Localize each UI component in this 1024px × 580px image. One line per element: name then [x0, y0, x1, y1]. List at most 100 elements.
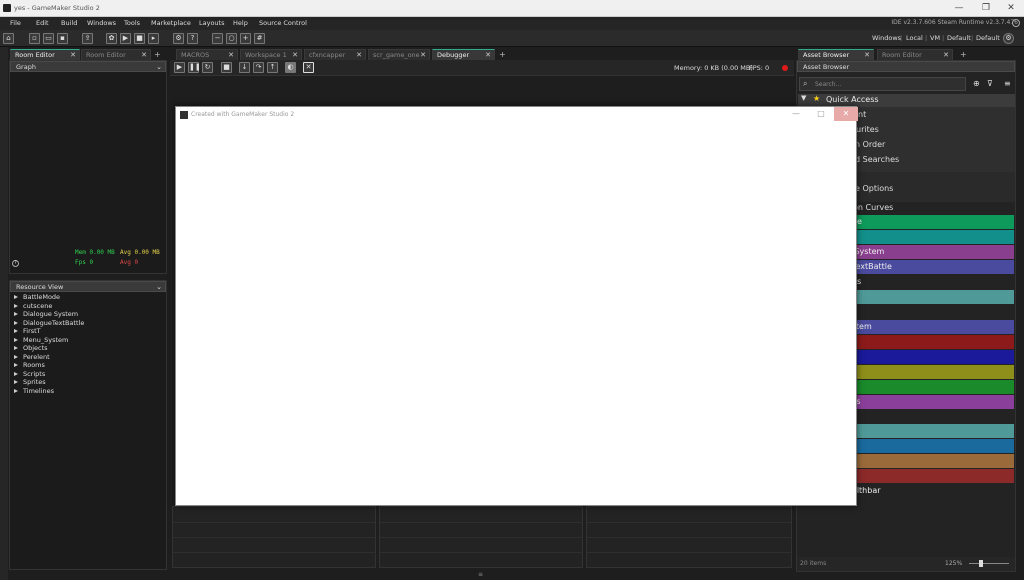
- add-tab-icon[interactable]: +: [960, 50, 967, 59]
- tree-item[interactable]: Perelent: [10, 353, 166, 362]
- asset-group-row[interactable]: [843, 335, 1014, 349]
- close-button[interactable]: ✕: [998, 2, 1024, 14]
- maximize-button[interactable]: ❐: [973, 2, 999, 14]
- debug-restart-icon[interactable]: ↻: [202, 62, 213, 73]
- close-tab-icon[interactable]: ✕: [943, 51, 949, 60]
- asset-group-row[interactable]: [843, 290, 1014, 304]
- asset-group-row[interactable]: eTextBattle: [843, 260, 1014, 274]
- new-project-icon[interactable]: ▫: [29, 33, 40, 44]
- game-maximize-button[interactable]: □: [809, 107, 833, 121]
- help-icon[interactable]: ?: [187, 33, 198, 44]
- tree-item[interactable]: Sprites: [10, 378, 166, 387]
- game-minimize-button[interactable]: —: [784, 107, 808, 121]
- debug-play-icon[interactable]: ▶: [174, 62, 185, 73]
- graph-header[interactable]: Graph ⌄: [10, 61, 166, 72]
- tab-room-editor-2[interactable]: Room Editor ✕: [81, 49, 151, 60]
- tree-item[interactable]: Objects: [10, 344, 166, 353]
- asset-group-row[interactable]: [843, 365, 1014, 379]
- close-tab-icon[interactable]: ✕: [228, 51, 234, 60]
- menu-tools[interactable]: Tools: [124, 19, 140, 27]
- close-tab-icon[interactable]: ✕: [420, 51, 426, 60]
- asset-group-row[interactable]: [843, 439, 1014, 453]
- debug-stop-icon[interactable]: ■: [221, 62, 232, 73]
- debug-pause-icon[interactable]: ❚❚: [188, 62, 201, 73]
- step-into-icon[interactable]: ↓: [239, 62, 250, 73]
- tab-macros[interactable]: MACROS ✕: [176, 49, 238, 60]
- debug-icon[interactable]: ✿: [106, 33, 117, 44]
- menu-icon[interactable]: ≡: [1004, 79, 1011, 88]
- asset-group-row[interactable]: ystem: [843, 320, 1014, 334]
- asset-group-row[interactable]: e System: [843, 245, 1014, 259]
- tab-workspace[interactable]: Workspace 1 ✕: [240, 49, 302, 60]
- menu-build[interactable]: Build: [61, 19, 77, 27]
- zoom-out-icon[interactable]: −: [212, 33, 223, 44]
- save-icon[interactable]: ▪: [57, 33, 68, 44]
- realtime-toggle-icon[interactable]: ◐: [285, 62, 296, 73]
- step-out-icon[interactable]: ↑: [267, 62, 278, 73]
- menu-layouts[interactable]: Layouts: [199, 19, 224, 27]
- asset-group-row[interactable]: [843, 410, 1014, 424]
- tree-item[interactable]: Menu_System: [10, 336, 166, 345]
- run-icon[interactable]: ▶: [120, 33, 131, 44]
- export-icon[interactable]: ⇪: [82, 33, 93, 44]
- tree-item[interactable]: FirstT: [10, 327, 166, 336]
- target-default-device[interactable]: Default: [976, 34, 1000, 42]
- asset-group-row[interactable]: [843, 305, 1014, 319]
- target-windows[interactable]: Windows: [872, 34, 901, 42]
- zoom-slider[interactable]: [969, 563, 1009, 564]
- clean-icon[interactable]: ▸: [148, 33, 159, 44]
- tree-item[interactable]: cutscene: [10, 302, 166, 311]
- search-input[interactable]: ⌕ Search...: [799, 77, 966, 91]
- asset-group-row[interactable]: ealthbar: [843, 484, 1014, 498]
- close-tab-icon[interactable]: ✕: [70, 51, 76, 60]
- menu-marketplace[interactable]: Marketplace: [151, 19, 191, 27]
- menu-file[interactable]: File: [10, 19, 21, 27]
- minimize-button[interactable]: —: [946, 2, 972, 14]
- menu-edit[interactable]: Edit: [36, 19, 49, 27]
- quick-access-item[interactable]: d Searches: [855, 155, 899, 164]
- zoom-slider-handle[interactable]: [979, 560, 983, 567]
- tab-room-editor-right[interactable]: Room Editor ✕: [877, 49, 953, 60]
- close-tab-icon[interactable]: ✕: [292, 51, 298, 60]
- close-tab-icon[interactable]: ✕: [485, 51, 491, 60]
- open-project-icon[interactable]: ▭: [43, 33, 54, 44]
- tab-cfxncapper[interactable]: cfxncapper ✕: [304, 49, 366, 60]
- tree-item[interactable]: Timelines: [10, 387, 166, 396]
- tree-item[interactable]: Scripts: [10, 370, 166, 379]
- quick-access-item[interactable]: urites: [856, 125, 879, 134]
- add-tab-icon[interactable]: +: [499, 50, 506, 59]
- notification-icon[interactable]: [1012, 19, 1020, 27]
- menu-source-control[interactable]: Source Control: [259, 19, 307, 27]
- quick-access-item[interactable]: nt: [858, 110, 866, 119]
- close-tab-icon[interactable]: ✕: [141, 51, 147, 60]
- asset-group-row[interactable]: e: [843, 230, 1014, 244]
- zoom-in-icon[interactable]: +: [240, 33, 251, 44]
- game-window[interactable]: Created with GameMaker Studio 2 — □ ✕: [175, 106, 858, 506]
- quick-access-item[interactable]: n Order: [855, 140, 885, 149]
- target-default-config[interactable]: Default: [947, 34, 971, 42]
- asset-group-row[interactable]: [843, 380, 1014, 394]
- animation-curves-item[interactable]: on Curves: [853, 203, 893, 212]
- add-tab-icon[interactable]: +: [154, 50, 161, 59]
- asset-group-row[interactable]: s: [843, 469, 1014, 483]
- target-vm[interactable]: VM: [930, 34, 940, 42]
- tab-asset-browser[interactable]: Asset Browser ✕: [798, 49, 874, 60]
- menu-help[interactable]: Help: [233, 19, 248, 27]
- target-local[interactable]: Local: [906, 34, 923, 42]
- create-asset-icon[interactable]: ⊕: [973, 79, 980, 88]
- close-debugger-icon[interactable]: ✕: [303, 62, 314, 73]
- target-settings-icon[interactable]: ⚙: [1003, 33, 1014, 44]
- tree-item[interactable]: BattleMode: [10, 293, 166, 302]
- step-over-icon[interactable]: ↷: [253, 62, 264, 73]
- tab-debugger[interactable]: Debugger ✕: [432, 49, 495, 60]
- grid-icon[interactable]: #: [254, 33, 265, 44]
- stop-icon[interactable]: ■: [134, 33, 145, 44]
- resize-handle-icon[interactable]: ≡: [478, 571, 483, 578]
- home-icon[interactable]: ⌂: [3, 33, 14, 44]
- game-options-item[interactable]: e Options: [855, 184, 893, 193]
- tree-item[interactable]: DialogueTextBattle: [10, 319, 166, 328]
- filter-icon[interactable]: ⊽: [987, 79, 993, 88]
- close-tab-icon[interactable]: ✕: [356, 51, 362, 60]
- asset-group-row[interactable]: [843, 424, 1014, 438]
- tree-item[interactable]: Dialogue System: [10, 310, 166, 319]
